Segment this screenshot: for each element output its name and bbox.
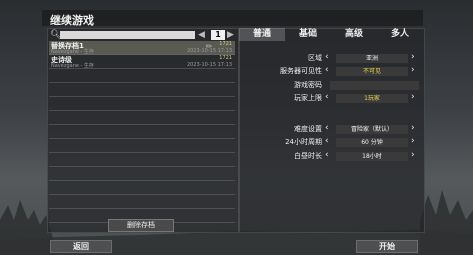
page-number: 1 [211, 30, 225, 40]
chevron-left-icon[interactable]: ‹ [325, 65, 329, 75]
chevron-right-icon[interactable]: › [411, 65, 415, 75]
setting-label: 24小时周期 [285, 138, 322, 146]
setting-game-password: 游戏密码 [239, 80, 423, 91]
start-button[interactable]: 开始 [356, 240, 418, 253]
window-title: 继续游戏 [50, 14, 94, 27]
chevron-left-icon[interactable]: ‹ [325, 52, 329, 62]
chevron-left-icon[interactable]: ‹ [325, 92, 329, 102]
setting-player-limit: 玩家上限 ‹ 1玩家 › [239, 92, 423, 104]
setting-value: 60 分钟 [336, 138, 408, 147]
page-next-icon[interactable]: ▶ [227, 30, 234, 40]
chevron-right-icon[interactable]: › [411, 52, 415, 62]
tab-multiplayer[interactable]: 多人 [377, 28, 423, 41]
tab-basic[interactable]: 基础 [285, 28, 331, 41]
chevron-right-icon[interactable]: › [411, 123, 415, 133]
setting-region: 区域 ‹ 亚洲 › [239, 52, 423, 64]
setting-daylight-hours: 白昼时长 ‹ 18小时 › [239, 150, 423, 162]
setting-label: 服务器可见性 [280, 67, 322, 75]
setting-server-visibility: 服务器可见性 ‹ 不可见 › [239, 65, 423, 77]
chevron-right-icon[interactable]: › [411, 92, 415, 102]
empty-save-slot [49, 111, 235, 125]
chevron-left-icon[interactable]: ‹ [325, 123, 329, 133]
save-item[interactable]: 史诗级 1721 Navezgane - 生存 2023-10-15 17:13 [49, 55, 235, 69]
tab-general[interactable]: 普通 [239, 28, 285, 41]
save-date: 2023-10-15 17:13 [186, 48, 232, 54]
empty-save-slot [49, 139, 235, 153]
password-field[interactable] [330, 81, 419, 90]
chevron-right-icon[interactable]: › [411, 136, 415, 146]
title-bar [42, 10, 423, 26]
settings-tabs: 普通 基础 高级 多人 [239, 28, 423, 41]
empty-save-slot [49, 69, 235, 83]
tab-advanced[interactable]: 高级 [331, 28, 377, 41]
save-world-mode: Navezgane - 生存 [51, 63, 94, 69]
empty-save-slot [49, 181, 235, 195]
save-version: 1721 [219, 55, 232, 61]
setting-value: 亚洲 [336, 54, 408, 63]
delete-save-button[interactable]: 删除存档 [108, 219, 174, 232]
setting-label: 玩家上限 [294, 94, 322, 102]
chevron-left-icon[interactable]: ‹ [325, 150, 329, 160]
page-prev-icon[interactable]: ◀ [198, 30, 205, 40]
setting-value: 冒险家（默认） [336, 125, 408, 134]
save-date: 2023-10-15 17:13 [186, 62, 232, 68]
chevron-left-icon[interactable]: ‹ [325, 136, 329, 146]
empty-save-slot [49, 195, 235, 209]
setting-label: 游戏密码 [294, 81, 322, 89]
empty-save-slot [49, 83, 235, 97]
empty-save-slot [49, 125, 235, 139]
chevron-right-icon[interactable]: › [411, 150, 415, 160]
save-world-mode: Navezgane - 生存 [51, 49, 94, 55]
empty-save-slot [49, 167, 235, 181]
search-row: 🔍︎ ◀ 1 ▶ [50, 30, 235, 41]
setting-value: 18小时 [336, 152, 408, 161]
setting-value: 1玩家 [336, 94, 408, 103]
save-item[interactable]: 替换存档1 ✎ 1721 Navezgane - 生存 2023-10-15 1… [49, 41, 235, 55]
setting-day-length: 24小时周期 ‹ 60 分钟 › [239, 136, 423, 148]
save-version: 1721 [219, 41, 232, 47]
setting-label: 难度设置 [294, 125, 322, 133]
setting-value: 不可见 [336, 67, 408, 76]
empty-save-slot [49, 97, 235, 111]
empty-save-slot [49, 153, 235, 167]
setting-label: 区域 [308, 54, 322, 62]
save-list: 替换存档1 ✎ 1721 Navezgane - 生存 2023-10-15 1… [49, 41, 235, 223]
back-button[interactable]: 返回 [50, 240, 112, 253]
search-input[interactable] [60, 31, 195, 39]
setting-label: 白昼时长 [294, 152, 322, 160]
setting-difficulty: 难度设置 ‹ 冒险家（默认） › [239, 123, 423, 135]
